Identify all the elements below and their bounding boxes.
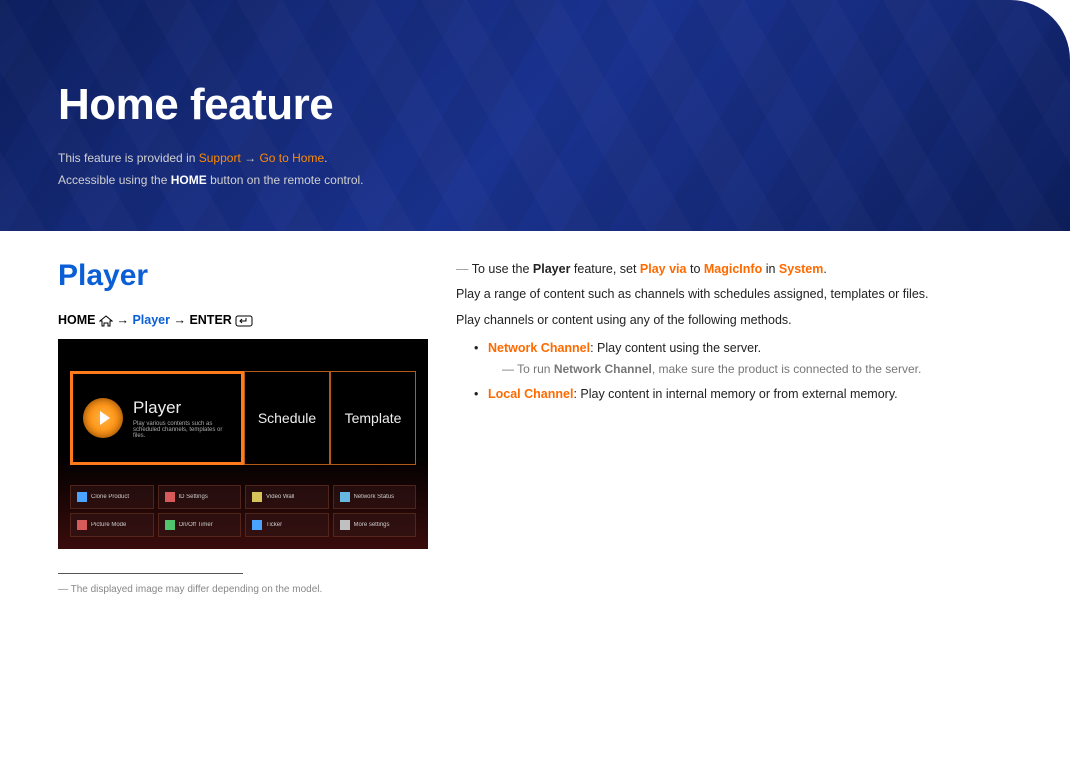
card-title: Template	[345, 410, 402, 426]
cell-icon	[340, 520, 350, 530]
cell-icon	[77, 520, 87, 530]
card-schedule: Schedule	[244, 371, 330, 465]
grid-row: Picture Mode On/Off Timer Ticker More se…	[70, 513, 416, 537]
t: MagicInfo	[704, 262, 762, 276]
text: Accessible using the	[58, 173, 171, 187]
player-label: Player	[132, 313, 170, 327]
menu-path: HOME → Player → ENTER	[58, 313, 428, 327]
cell-label: Video Wall	[266, 494, 294, 500]
card-title: Player	[133, 398, 231, 418]
cell-icon	[77, 492, 87, 502]
card-player: Player Play various contents such as sch…	[70, 371, 244, 465]
cell-icon	[340, 492, 350, 502]
arrow: →	[116, 313, 132, 327]
bullet-label: Network Channel	[488, 341, 590, 355]
grid-cell: Video Wall	[245, 485, 329, 509]
arrow: →	[241, 151, 260, 165]
arrow: →	[170, 313, 189, 327]
ui-screenshot: Player Play various contents such as sch…	[58, 339, 428, 549]
grid-cell: Ticker	[245, 513, 329, 537]
gotohome-text: Go to Home	[259, 151, 324, 165]
card-sub: Play various contents such as scheduled …	[133, 421, 231, 439]
grid-cell: On/Off Timer	[158, 513, 242, 537]
cell-label: Network Status	[354, 494, 395, 500]
text: button on the remote control.	[207, 173, 364, 187]
card-text: Player Play various contents such as sch…	[133, 398, 231, 439]
chapter-banner: Home feature This feature is provided in…	[0, 0, 1070, 231]
grid-cell: Clone Product	[70, 485, 154, 509]
cell-label: Ticker	[266, 522, 282, 528]
paragraph: Play channels or content using any of th…	[456, 310, 1022, 331]
grid-cell: Network Status	[333, 485, 417, 509]
banner-line-1: This feature is provided in Support → Go…	[58, 148, 1070, 170]
section-title: Player	[58, 259, 428, 293]
home-label: HOME	[58, 313, 96, 327]
bullet-list: Network Channel: Play content using the …	[474, 337, 1022, 406]
t: .	[823, 262, 826, 276]
cell-icon	[252, 492, 262, 502]
t: System	[779, 262, 823, 276]
cell-icon	[252, 520, 262, 530]
t: To run	[517, 362, 554, 376]
paragraph: Play a range of content such as channels…	[456, 284, 1022, 305]
enter-icon	[235, 315, 253, 327]
t: Player	[533, 262, 571, 276]
text: This feature is provided in	[58, 151, 199, 165]
footnote: The displayed image may differ depending…	[58, 584, 428, 595]
t: feature, set	[570, 262, 639, 276]
card-template: Template	[330, 371, 416, 465]
left-column: Player HOME → Player → ENTER Player Play…	[58, 259, 428, 595]
bullet-text: : Play content using the server.	[590, 341, 761, 355]
right-column: To use the Player feature, set Play via …	[456, 259, 1022, 595]
note-play-via: To use the Player feature, set Play via …	[456, 259, 1022, 280]
cell-label: On/Off Timer	[179, 522, 213, 528]
home-bold: HOME	[171, 173, 207, 187]
cell-icon	[165, 492, 175, 502]
t: To use the	[472, 262, 533, 276]
chapter-title: Home feature	[58, 80, 1070, 130]
content-area: Player HOME → Player → ENTER Player Play…	[0, 231, 1080, 635]
bullet-label: Local Channel	[488, 387, 573, 401]
text: .	[324, 151, 327, 165]
sub-note: To run Network Channel, make sure the pr…	[502, 359, 1022, 381]
banner-line-2: Accessible using the HOME button on the …	[58, 170, 1070, 192]
bottom-grid: Clone Product ID Settings Video Wall Net…	[70, 485, 416, 537]
cell-label: More settings	[354, 522, 390, 528]
card-title: Schedule	[258, 410, 316, 426]
cell-label: Clone Product	[91, 494, 129, 500]
grid-cell: Picture Mode	[70, 513, 154, 537]
enter-label: ENTER	[189, 313, 231, 327]
support-text: Support	[199, 151, 241, 165]
bullet-item: Local Channel: Play content in internal …	[474, 383, 1022, 406]
t: in	[762, 262, 779, 276]
t: , make sure the product is connected to …	[652, 362, 921, 376]
cell-label: Picture Mode	[91, 522, 126, 528]
play-icon	[83, 398, 123, 438]
t: Network Channel	[554, 362, 652, 376]
grid-cell: More settings	[333, 513, 417, 537]
home-icon	[99, 315, 113, 327]
grid-cell: ID Settings	[158, 485, 242, 509]
cell-label: ID Settings	[179, 494, 208, 500]
bullet-item: Network Channel: Play content using the …	[474, 337, 1022, 381]
bullet-text: : Play content in internal memory or fro…	[573, 387, 897, 401]
t: Play via	[640, 262, 687, 276]
t: to	[687, 262, 704, 276]
cell-icon	[165, 520, 175, 530]
grid-row: Clone Product ID Settings Video Wall Net…	[70, 485, 416, 509]
top-card-row: Player Play various contents such as sch…	[70, 371, 416, 465]
footnote-separator	[58, 573, 243, 574]
